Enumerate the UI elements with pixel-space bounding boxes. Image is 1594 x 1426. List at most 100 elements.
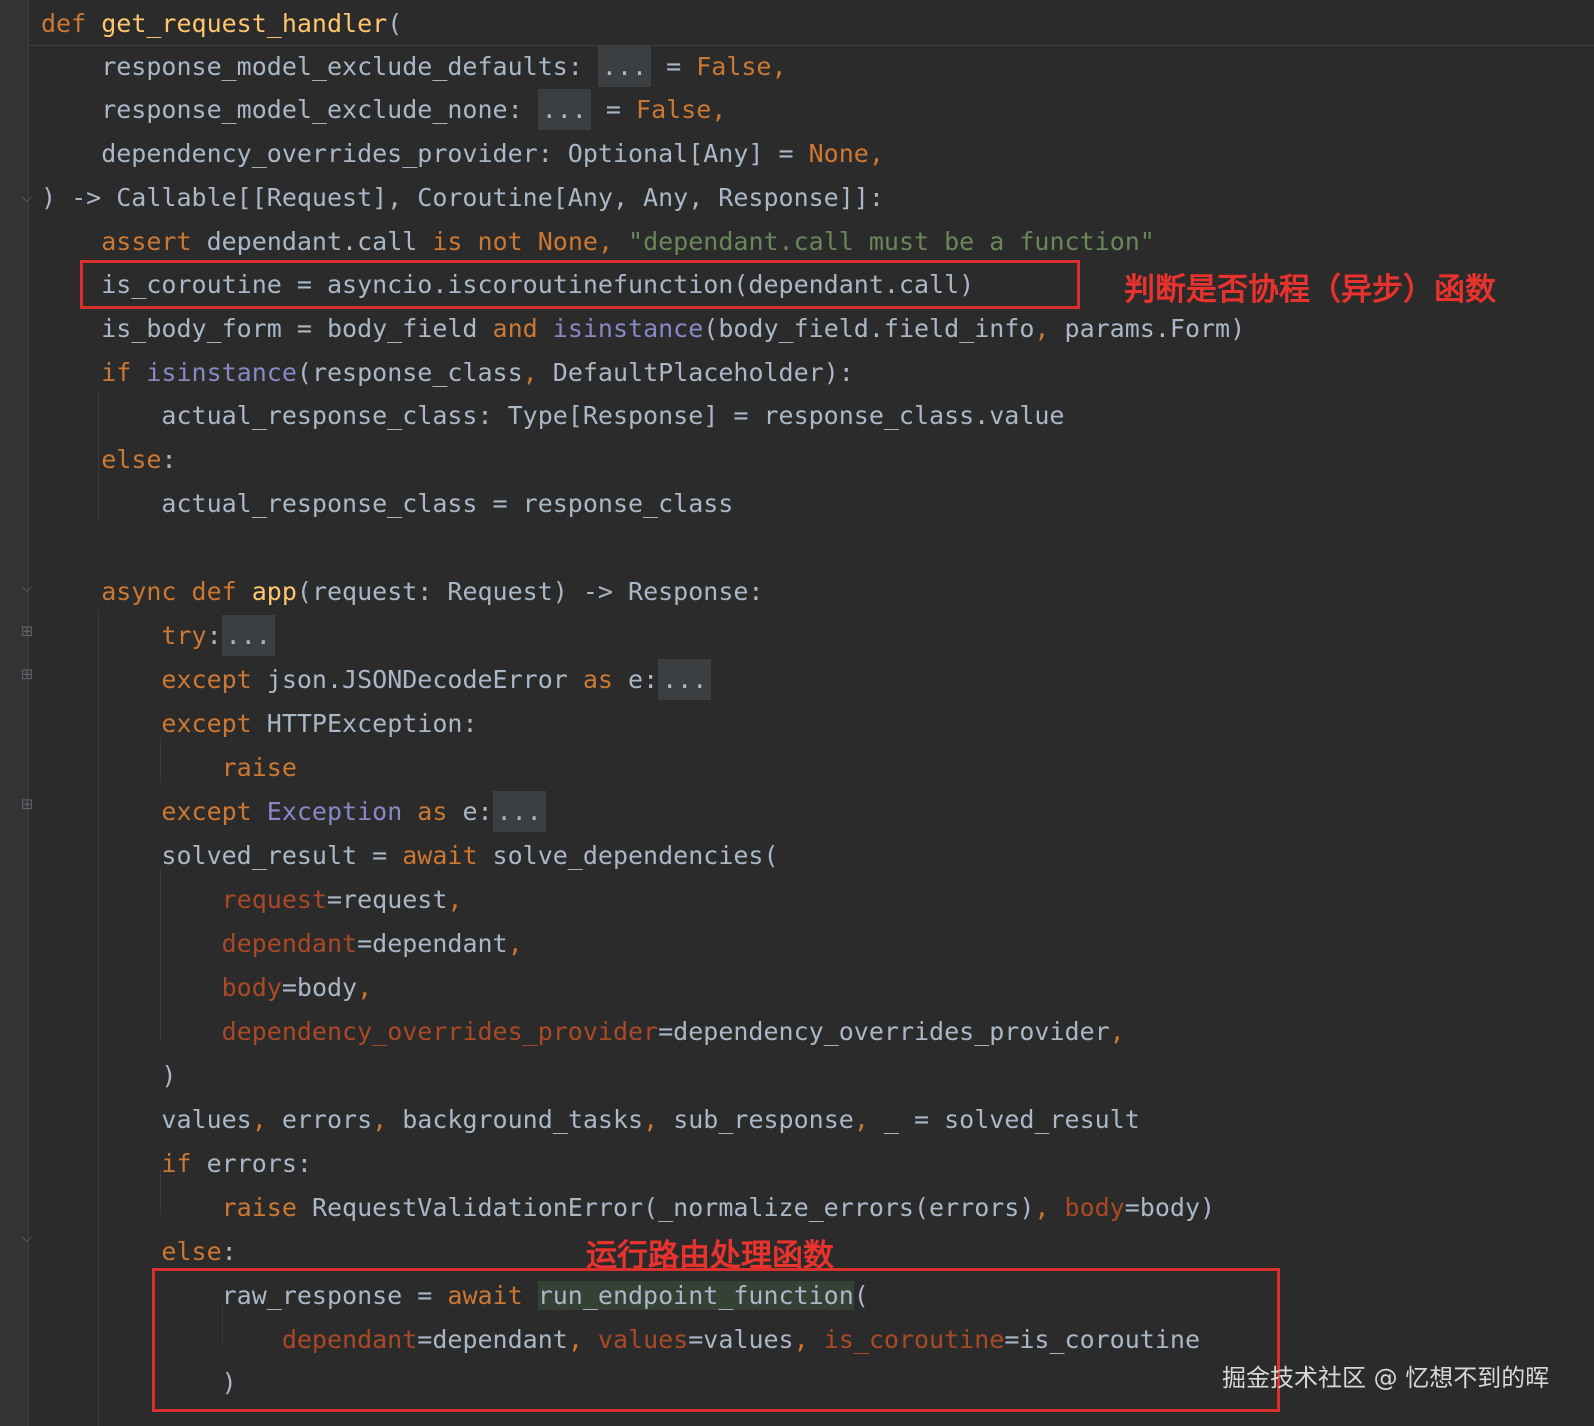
code-token: async def <box>101 577 252 606</box>
code-token: , <box>1034 1193 1065 1222</box>
code-line[interactable]: async def app(request: Request) -> Respo… <box>41 572 763 612</box>
code-line[interactable]: else: <box>41 440 177 480</box>
code-line[interactable]: dependency_overrides_provider: Optional[… <box>41 134 884 174</box>
code-token: : <box>206 621 222 650</box>
code-line[interactable]: raise <box>41 748 297 788</box>
folded-code-placeholder[interactable]: ... <box>658 659 712 700</box>
code-token: =request <box>326 885 448 914</box>
code-token: raise <box>221 1193 312 1222</box>
code-line[interactable]: else: <box>41 1232 237 1272</box>
code-line[interactable]: except Exception as e:... <box>41 791 546 832</box>
code-token: , <box>597 227 629 256</box>
code-token: body <box>1064 1193 1125 1222</box>
code-token: dependency_overrides_provider: Optional[… <box>41 139 809 168</box>
code-line[interactable]: actual_response_class: Type[Response] = … <box>41 396 1065 436</box>
code-token: sub_response <box>673 1105 854 1134</box>
fold-collapse-icon[interactable]: ⌵ <box>18 1228 36 1246</box>
code-token: body <box>221 973 282 1002</box>
code-line[interactable]: values, errors, background_tasks, sub_re… <box>41 1100 1140 1140</box>
code-token: def <box>41 9 102 38</box>
code-token: as <box>417 797 463 826</box>
code-token: ) <box>41 1061 177 1090</box>
code-line[interactable]: actual_response_class = response_class <box>41 484 733 524</box>
code-token: =body <box>281 973 358 1002</box>
code-token: , <box>357 973 373 1002</box>
folded-code-placeholder[interactable]: ... <box>597 46 652 87</box>
code-token: _ = solved_result <box>883 1105 1140 1134</box>
code-line[interactable]: assert dependant.call is not None, "depe… <box>41 222 1155 262</box>
code-token: , <box>372 1105 403 1134</box>
fold-end-icon[interactable]: ⌵ <box>18 188 36 206</box>
code-token: dependant <box>221 929 358 958</box>
code-token: isinstance <box>146 358 297 387</box>
code-line[interactable]: is_body_form = body_field and isinstance… <box>41 309 1245 349</box>
code-token: , <box>1109 1017 1125 1046</box>
code-token: isinstance <box>552 314 704 343</box>
code-line[interactable]: def get_request_handler( <box>41 4 402 44</box>
code-line[interactable]: except HTTPException: <box>41 704 477 744</box>
code-token: : <box>161 445 177 474</box>
folded-code-placeholder[interactable]: ... <box>537 89 591 130</box>
code-line[interactable]: dependant=dependant, <box>41 924 523 964</box>
code-token: background_tasks <box>402 1105 644 1134</box>
code-token: response_model_exclude_none: <box>41 95 538 124</box>
code-token: None, <box>808 139 884 168</box>
code-token: solve_dependencies( <box>492 841 779 870</box>
folded-code-placeholder[interactable]: ... <box>221 615 275 656</box>
code-token: (body_field.field_info <box>703 314 1035 343</box>
code-token: "dependant.call must be a function" <box>628 227 1155 256</box>
code-token: request <box>221 885 327 914</box>
code-token: and <box>492 314 553 343</box>
code-line[interactable]: body=body, <box>41 968 373 1008</box>
code-line[interactable]: ) -> Callable[[Request], Coroutine[Any, … <box>41 178 884 218</box>
code-token: else <box>101 445 162 474</box>
run-endpoint-highlight-box <box>152 1268 1280 1412</box>
code-token: e: <box>462 797 493 826</box>
code-token: RequestValidationError(_normalize_errors… <box>311 1193 1035 1222</box>
code-token: actual_response_class = response_class <box>41 489 734 518</box>
code-line[interactable]: except json.JSONDecodeError as e:... <box>41 659 712 700</box>
code-token: : <box>221 1237 237 1266</box>
code-token: , <box>643 1105 674 1134</box>
editor-gutter <box>0 0 29 1426</box>
code-line[interactable]: response_model_exclude_none: ... = False… <box>41 89 727 130</box>
code-token: try <box>161 621 207 650</box>
code-line[interactable]: response_model_exclude_defaults: ... = F… <box>41 46 787 87</box>
code-editor[interactable]: ⌵ ⌵ ⊞ ⊞ ⊞ ⌵ def get_request_handler( res… <box>0 0 1594 1426</box>
fold-expand-icon[interactable]: ⊞ <box>18 795 36 813</box>
code-line[interactable]: if isinstance(response_class, DefaultPla… <box>41 353 854 393</box>
folded-code-placeholder[interactable]: ... <box>492 791 546 832</box>
code-line[interactable]: solved_result = await solve_dependencies… <box>41 836 779 876</box>
code-token: except <box>161 797 267 826</box>
code-token: solved_result = <box>41 841 403 870</box>
fold-collapse-icon[interactable]: ⌵ <box>18 578 36 596</box>
code-token: False, <box>636 95 727 124</box>
code-line[interactable]: if errors: <box>41 1144 312 1184</box>
code-token: , <box>507 929 523 958</box>
code-line[interactable]: raise RequestValidationError(_normalize_… <box>41 1188 1215 1228</box>
code-token: e: <box>628 665 659 694</box>
code-line[interactable]: request=request, <box>41 880 463 920</box>
code-token: json.JSONDecodeError <box>266 665 583 694</box>
coroutine-check-highlight-box <box>80 260 1080 309</box>
fold-expand-icon[interactable]: ⊞ <box>18 665 36 683</box>
code-token: =dependency_overrides_provider <box>658 1017 1110 1046</box>
fold-expand-icon[interactable]: ⊞ <box>18 622 36 640</box>
code-token: , <box>1034 314 1065 343</box>
code-line[interactable]: dependency_overrides_provider=dependency… <box>41 1012 1125 1052</box>
code-line[interactable]: ) <box>41 1056 176 1096</box>
code-token: errors <box>281 1105 373 1134</box>
code-token: if <box>101 358 147 387</box>
code-line[interactable]: try:... <box>41 615 275 656</box>
code-token: actual_response_class: Type[Response] = … <box>41 401 1065 430</box>
